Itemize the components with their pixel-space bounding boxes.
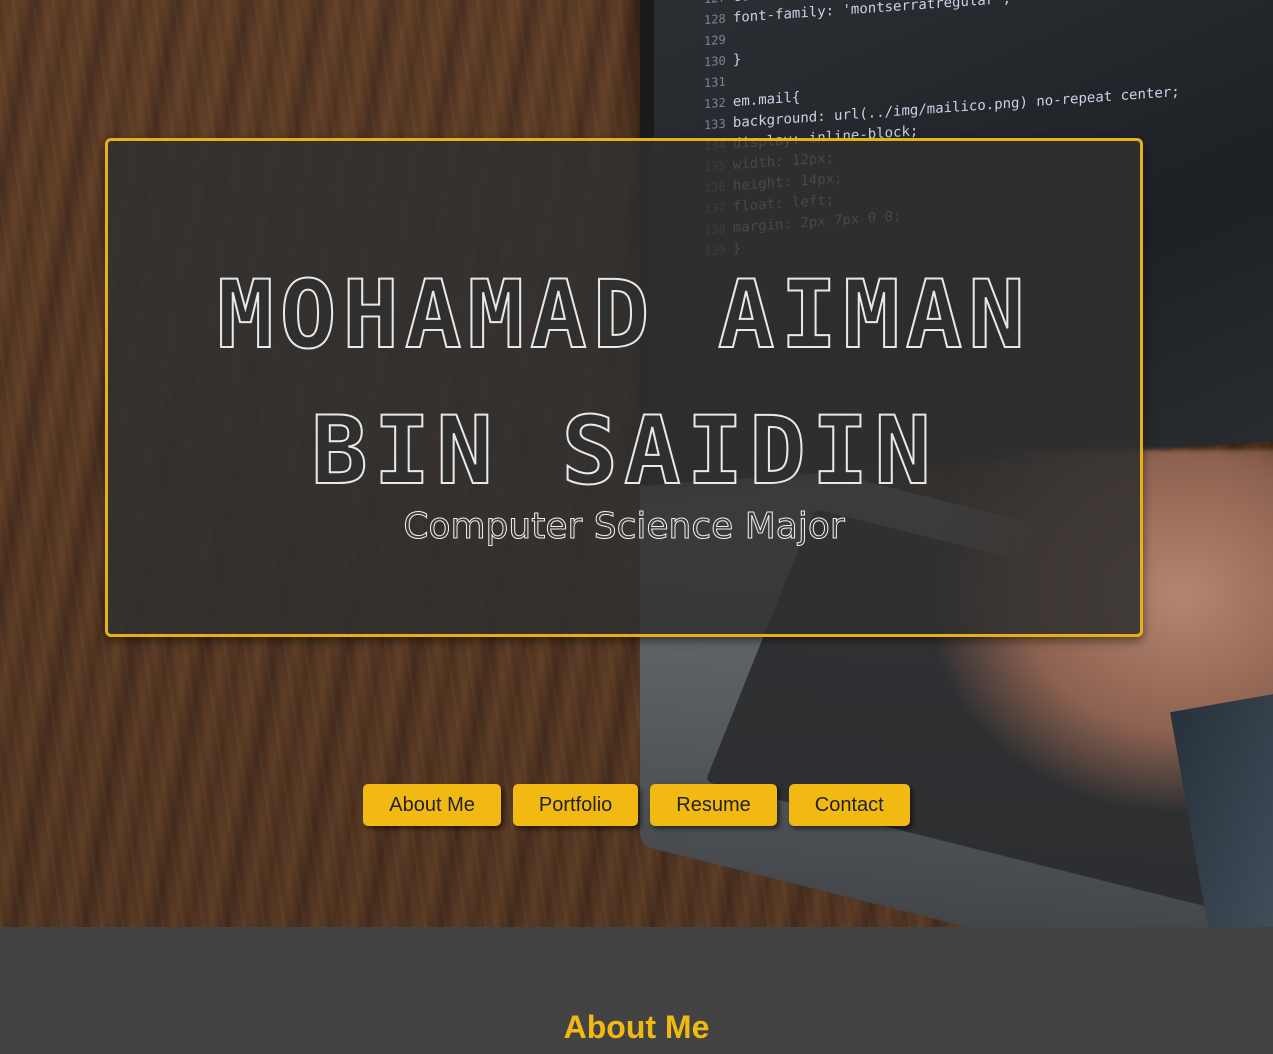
code-line: 131 [704,74,726,92]
code-line: 128 font-family: 'montserratregular'; [704,0,1011,28]
title-card: MOHAMAD AIMAN BIN SAIDIN Computer Scienc… [105,138,1143,637]
code-line-number: 132 [704,95,733,112]
code-line-text: } [732,51,742,69]
code-line: 130 } [704,52,741,71]
name-line-1: MOHAMAD AIMAN [216,261,1031,370]
nav-portfolio-button[interactable]: Portfolio [512,784,639,826]
nav-contact-button[interactable]: Contact [788,784,910,826]
code-line-number: 130 [704,53,733,70]
code-line-text: em.mail{ [732,89,801,111]
hero-background: 127 color: #ffffff;128 font-family: 'mon… [0,0,1273,927]
about-heading: About Me [563,1009,710,1045]
code-line-text: font-family: 'montserratregular'; [732,0,1012,27]
about-section: About Me [0,927,1273,1054]
subtitle: Computer Science Major [403,506,845,548]
nav-resume-button[interactable]: Resume [650,784,777,826]
name-line-2: BIN SAIDIN [310,397,937,506]
code-line-number: 127 [704,0,733,6]
code-line: 129 [704,32,726,50]
code-line-number: 128 [704,11,733,28]
code-line: 132 em.mail{ [704,89,800,112]
main-nav: About Me Portfolio Resume Contact [0,784,1273,826]
code-line-number: 133 [704,116,733,133]
nav-about-button[interactable]: About Me [363,784,501,826]
code-line-number: 131 [704,74,726,91]
code-line-number: 129 [704,32,726,49]
